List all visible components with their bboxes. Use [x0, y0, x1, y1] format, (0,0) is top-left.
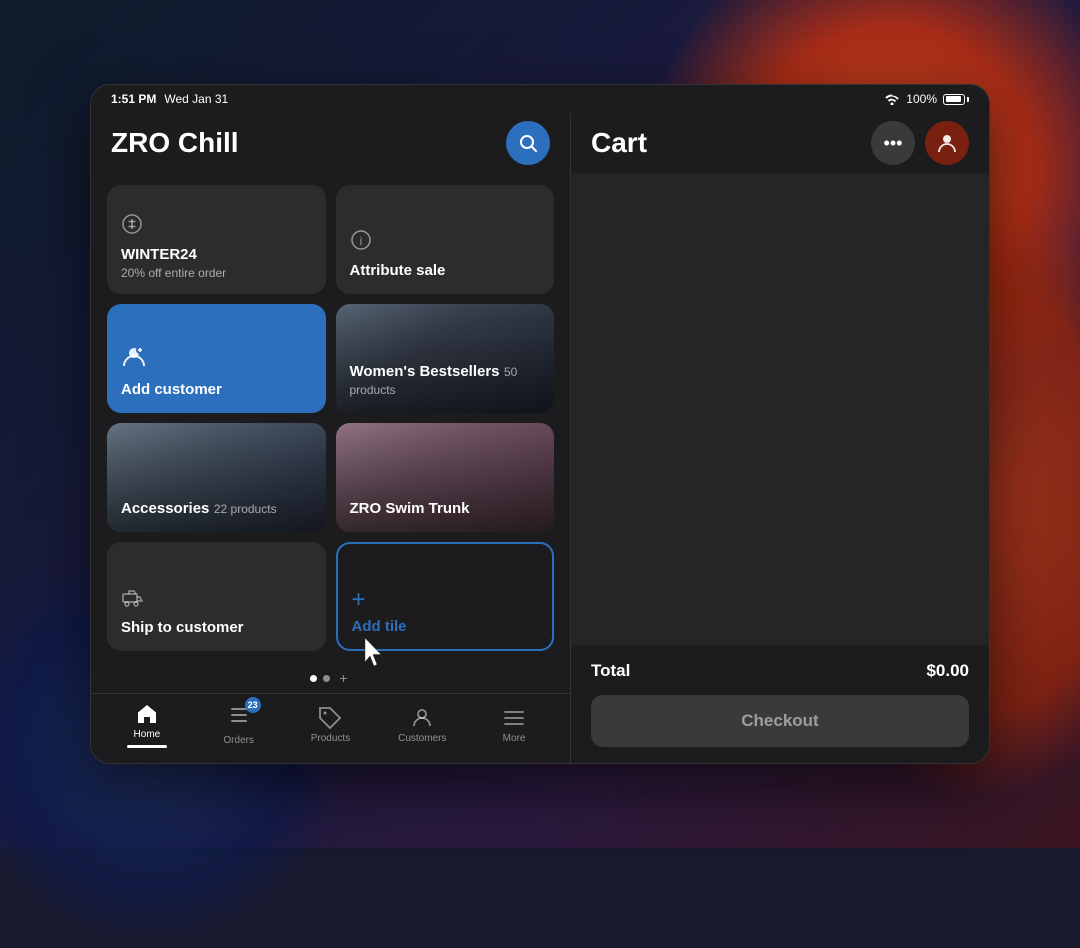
cart-total-value: $0.00 — [926, 661, 969, 681]
tile-accessories[interactable]: Accessories 22 products — [107, 423, 326, 532]
tile-add-customer-title: Add customer — [121, 381, 312, 399]
nav-more[interactable]: More — [484, 706, 544, 744]
ipad-frame: 1:51 PM Wed Jan 31 100% — [90, 84, 990, 764]
nav-customers-label: Customers — [398, 733, 446, 744]
customers-icon — [410, 706, 434, 730]
cart-user-icon — [936, 132, 958, 154]
nav-products-label: Products — [311, 733, 350, 744]
search-button[interactable] — [506, 121, 550, 165]
ship-icon — [121, 586, 312, 613]
more-dots-icon: ••• — [884, 133, 903, 154]
tile-swim-title: ZRO Swim Trunk — [350, 500, 470, 517]
right-panel: Cart ••• — [571, 113, 989, 763]
menu-icon — [502, 706, 526, 730]
svg-text:i: i — [359, 234, 362, 248]
person-icon — [121, 344, 312, 375]
wifi-icon — [884, 93, 900, 105]
plus-icon: + — [352, 586, 539, 614]
promo-icon — [121, 213, 312, 240]
checkout-label: Checkout — [741, 711, 818, 730]
cart-header-buttons: ••• — [871, 121, 969, 165]
nav-active-indicator — [127, 745, 167, 748]
tile-add-title: Add tile — [352, 618, 539, 635]
attribute-icon: i — [350, 229, 541, 256]
cart-total-row: Total $0.00 — [591, 661, 969, 681]
search-icon — [518, 133, 538, 153]
cart-empty-area — [571, 173, 989, 645]
tile-promo-title: WINTER24 — [121, 246, 312, 264]
checkout-button[interactable]: Checkout — [591, 695, 969, 747]
dot-1[interactable] — [310, 675, 317, 682]
bottom-nav: Home 23 Orders — [91, 693, 570, 763]
app-content: ZRO Chill — [91, 113, 989, 763]
tiles-area: WINTER24 20% off entire order i Attribut… — [91, 173, 570, 663]
cart-total-label: Total — [591, 661, 630, 681]
add-page-btn[interactable]: + — [336, 670, 352, 686]
battery-icon — [943, 94, 969, 105]
tile-accessories-title: Accessories — [121, 500, 209, 517]
app-title: ZRO Chill — [111, 127, 239, 159]
cart-title: Cart — [591, 127, 647, 159]
house-icon — [135, 702, 159, 726]
left-panel: ZRO Chill — [91, 113, 571, 763]
tile-add-customer[interactable]: Add customer — [107, 304, 326, 413]
nav-orders[interactable]: 23 Orders — [209, 703, 269, 746]
status-right: 100% — [884, 92, 969, 106]
tag-icon — [318, 706, 342, 730]
tile-attribute[interactable]: i Attribute sale — [336, 185, 555, 294]
tile-accessories-subtitle: 22 products — [214, 502, 277, 516]
battery-percentage: 100% — [906, 92, 937, 106]
nav-customers[interactable]: Customers — [392, 706, 452, 744]
nav-home-label: Home — [134, 729, 161, 740]
tile-swim[interactable]: ZRO Swim Trunk — [336, 423, 555, 532]
dot-2[interactable] — [323, 675, 330, 682]
orders-badge: 23 — [245, 697, 261, 713]
status-time: 1:51 PM — [111, 92, 156, 106]
cart-footer: Total $0.00 Checkout — [571, 645, 989, 763]
tile-promo[interactable]: WINTER24 20% off entire order — [107, 185, 326, 294]
tile-ship-title: Ship to customer — [121, 619, 312, 637]
orders-badge-container: 23 — [227, 703, 251, 732]
nav-products[interactable]: Products — [300, 706, 360, 744]
status-bar: 1:51 PM Wed Jan 31 100% — [91, 85, 989, 113]
nav-home[interactable]: Home — [117, 702, 177, 748]
tile-ship[interactable]: Ship to customer — [107, 542, 326, 651]
cart-more-button[interactable]: ••• — [871, 121, 915, 165]
cart-user-button[interactable] — [925, 121, 969, 165]
tile-womens[interactable]: Women's Bestsellers 50 products — [336, 304, 555, 413]
cart-header: Cart ••• — [571, 113, 989, 173]
nav-orders-label: Orders — [223, 735, 254, 746]
pagination-bar: + — [91, 663, 570, 693]
tile-promo-subtitle: 20% off entire order — [121, 266, 312, 280]
status-date: Wed Jan 31 — [164, 92, 228, 106]
background: 1:51 PM Wed Jan 31 100% — [0, 0, 1080, 848]
tile-womens-title: Women's Bestsellers — [350, 363, 500, 380]
nav-more-label: More — [503, 733, 526, 744]
tile-add[interactable]: + Add tile — [336, 542, 555, 651]
left-header: ZRO Chill — [91, 113, 570, 173]
tile-attribute-title: Attribute sale — [350, 262, 541, 280]
